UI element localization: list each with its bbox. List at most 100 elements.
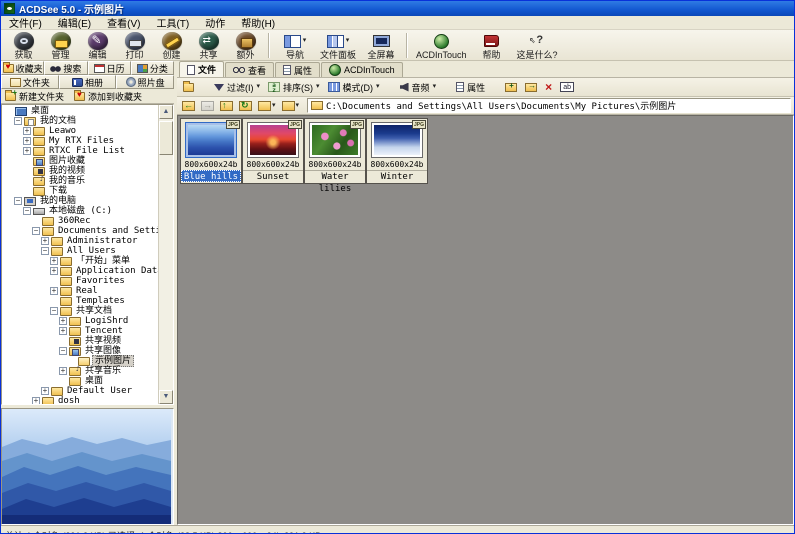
collapse-icon[interactable]: − [14,197,22,205]
menu-item-5[interactable]: 帮助(H) [233,16,283,29]
collapse-icon[interactable]: − [23,207,31,215]
tree-item-23[interactable]: 共享视频 [2,336,158,346]
audio-button[interactable]: 音频▾ [397,79,440,95]
navigate-button[interactable]: ▾导航 [274,31,316,60]
tab-files[interactable]: 文件 [179,61,224,77]
print-button[interactable]: 打印 [116,31,153,60]
file-item-water-lilies[interactable]: JPG800x600x24bWater lilies [304,118,366,184]
scrollbar-track[interactable] [159,119,173,390]
tab-folders[interactable]: 文件夹 [1,75,59,89]
expand-icon[interactable]: + [50,257,58,265]
file-item-sunset[interactable]: JPG800x600x24bSunset [242,118,304,184]
collapse-icon[interactable]: − [59,347,67,355]
menu-item-3[interactable]: 工具(T) [148,16,197,29]
tree-item-6[interactable]: 我的视频 [2,166,158,176]
manage-button[interactable]: 管理 [42,31,79,60]
expand-icon[interactable]: + [59,327,67,335]
collapse-icon[interactable]: − [32,227,40,235]
tree-item-10[interactable]: −本地磁盘 (C:) [2,206,158,216]
tree-item-12[interactable]: −Documents and Settings [2,226,158,236]
sort-button[interactable]: az排序(S)▾ [265,79,323,95]
share-button[interactable]: 共享 [190,31,227,60]
tab-properties[interactable]: 属性 [275,62,320,77]
file-panes-button[interactable]: ▾文件面板 [316,31,360,60]
tree-item-3[interactable]: +My RTX Files [2,136,158,146]
scroll-up-icon[interactable]: ▲ [159,105,173,119]
expand-icon[interactable]: + [50,287,58,295]
collapse-icon[interactable]: − [14,117,22,125]
tab-view[interactable]: 查看 [225,62,274,77]
tree-item-17[interactable]: Favorites [2,276,158,286]
address-input[interactable] [326,100,787,112]
full-screen-button[interactable]: 全屏幕 [360,31,402,60]
shortcuts-dropdown[interactable]: ▾ [280,100,302,112]
expand-icon[interactable]: + [32,397,40,404]
properties-button[interactable]: 属性 [453,79,488,95]
expand-icon[interactable]: + [41,237,49,245]
help-button[interactable]: 帮助 [471,31,513,60]
file-list-area[interactable]: JPG800x600x24bBlue hillsJPG800x600x24bSu… [177,115,794,525]
acdintouch-button[interactable]: ACDInTouch [412,31,471,60]
tab-photo-disc[interactable]: 照片盘 [116,75,174,89]
tree-item-4[interactable]: +RTXC File List [2,146,158,156]
tree-item-21[interactable]: +LogiShrd [2,316,158,326]
tree-item-13[interactable]: +Administrator [2,236,158,246]
tree-item-8[interactable]: 下载 [2,186,158,196]
tab-favorites[interactable]: 收藏夹 [1,61,44,75]
tab-categories[interactable]: 分类 [131,61,174,75]
rename-button[interactable]: ab [557,79,577,95]
tree-item-27[interactable]: 桌面 [2,376,158,386]
open-folder-button[interactable] [180,79,197,95]
expand-icon[interactable]: + [41,387,49,395]
tree-scrollbar[interactable]: ▲ ▼ [158,105,173,404]
tree-item-11[interactable]: 360Rec [2,216,158,226]
tree-item-1[interactable]: −我的文档 [2,116,158,126]
tree-item-26[interactable]: +共享音乐 [2,366,158,376]
tree-item-5[interactable]: 图片收藏 [2,156,158,166]
tree-item-24[interactable]: −共享图像 [2,346,158,356]
refresh-button[interactable]: ↻ [237,100,254,112]
delete-button[interactable]: × [542,79,555,95]
menu-item-0[interactable]: 文件(F) [1,16,50,29]
add-to-favorites-button[interactable]: 添加到收藏夹 [72,90,144,103]
tree-item-9[interactable]: −我的电脑 [2,196,158,206]
scrollbar-thumb[interactable] [159,121,173,155]
tree-item-19[interactable]: Templates [2,296,158,306]
tree-item-29[interactable]: +dosh [2,396,158,404]
tab-acdintouch[interactable]: ACDInTouch [321,62,403,77]
tree-item-16[interactable]: +Application Data [2,266,158,276]
tab-calendar[interactable]: 日历 [88,61,131,75]
collapse-icon[interactable]: − [50,307,58,315]
expand-icon[interactable]: + [23,147,31,155]
tree-item-7[interactable]: 我的音乐 [2,176,158,186]
title-bar[interactable]: ACDSee 5.0 - 示例图片 [1,1,794,16]
acquire-button[interactable]: 获取 [5,31,42,60]
whats-this-button[interactable]: 这是什么? [513,31,562,60]
expand-icon[interactable]: + [23,137,31,145]
back-button[interactable]: ← [180,100,197,112]
menu-item-2[interactable]: 查看(V) [99,16,148,29]
extras-button[interactable]: 额外 [227,31,264,60]
move-to-button[interactable] [522,79,540,95]
forward-button[interactable]: → [199,100,216,112]
tree-item-20[interactable]: −共享文档 [2,306,158,316]
new-folder-button[interactable]: 新建文件夹 [3,90,66,103]
tree-item-15[interactable]: +「开始」菜单 [2,256,158,266]
tree-item-25[interactable]: 示例图片 [2,356,158,366]
tree-item-14[interactable]: −All Users [2,246,158,256]
tab-albums[interactable]: 相册 [59,75,117,89]
tree-item-2[interactable]: +Leawo [2,126,158,136]
tree-item-28[interactable]: +Default User [2,386,158,396]
expand-icon[interactable]: + [23,127,31,135]
collapse-icon[interactable]: − [41,247,49,255]
scroll-down-icon[interactable]: ▼ [159,390,173,404]
expand-icon[interactable]: + [59,317,67,325]
create-button[interactable]: 创建 [153,31,190,60]
menu-item-1[interactable]: 编辑(E) [50,16,99,29]
file-item-winter[interactable]: JPG800x600x24bWinter [366,118,428,184]
copy-to-button[interactable] [502,79,520,95]
mode-button[interactable]: 模式(D)▾ [325,79,383,95]
edit-button[interactable]: 编辑 [79,31,116,60]
file-item-blue-hills[interactable]: JPG800x600x24bBlue hills [180,118,242,184]
tab-search[interactable]: 搜索 [44,61,87,75]
